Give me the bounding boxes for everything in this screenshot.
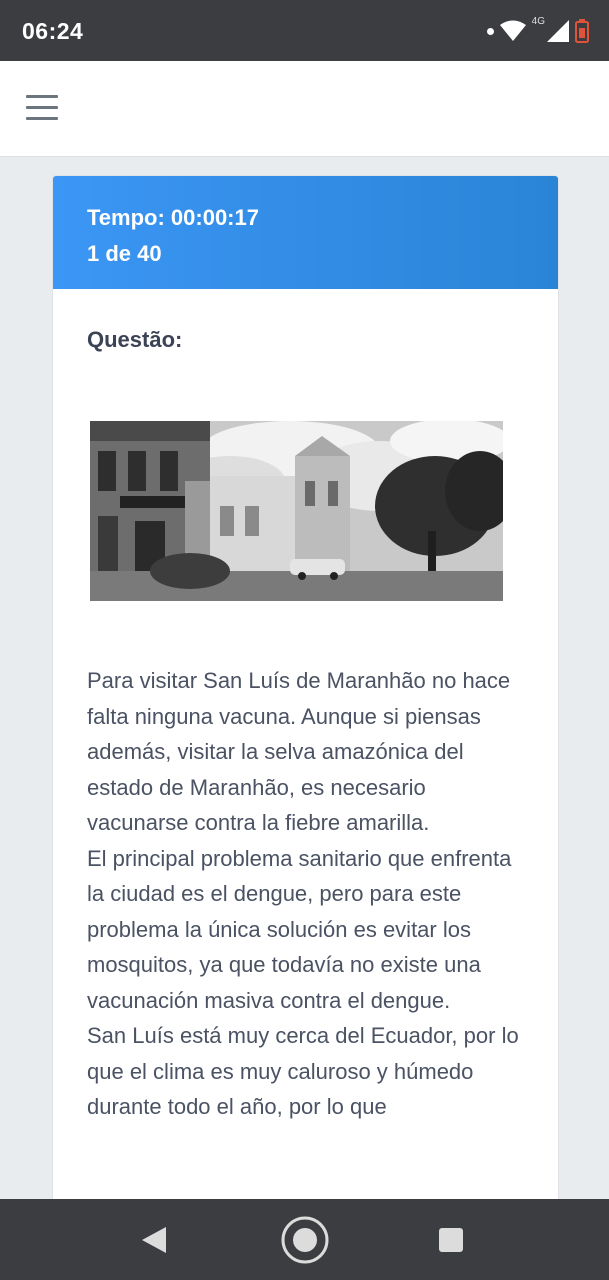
card-body: Questão: Para visitar San Luís de Maranh… [53,327,558,1125]
system-navigation-bar [0,1199,609,1280]
app-header [0,61,609,157]
wifi-icon [499,20,526,41]
question-paragraph: Para visitar San Luís de Maranhão no hac… [87,668,511,835]
network-type-label: 4G [531,16,545,27]
question-image [90,421,503,601]
status-bar: 06:24 4G [0,0,609,61]
signal-icon [547,20,569,42]
back-icon[interactable] [140,1225,168,1260]
timer-label: Tempo: 00:00:17 [87,205,259,230]
recents-icon[interactable] [438,1227,464,1258]
question-text: Para visitar San Luís de Maranhão no hac… [87,663,524,1125]
question-card: Tempo: 00:00:17 1 de 40 Questão: Para vi… [52,175,559,1217]
question-paragraph: El principal problema sanitario que enfr… [87,845,512,1013]
status-time: 06:24 [22,18,84,44]
question-paragraph: San Luís está muy cerca del Ecuador, por… [87,1023,519,1119]
status-icons: 4G [486,16,589,46]
quiz-card-header: Tempo: 00:00:17 1 de 40 [53,176,558,289]
battery-low-icon [575,19,589,43]
question-label: Questão: [87,327,183,352]
hamburger-menu-icon[interactable] [26,95,58,121]
home-icon[interactable] [280,1215,330,1270]
notification-dot-icon [486,27,494,35]
question-progress: 1 de 40 [87,241,162,266]
